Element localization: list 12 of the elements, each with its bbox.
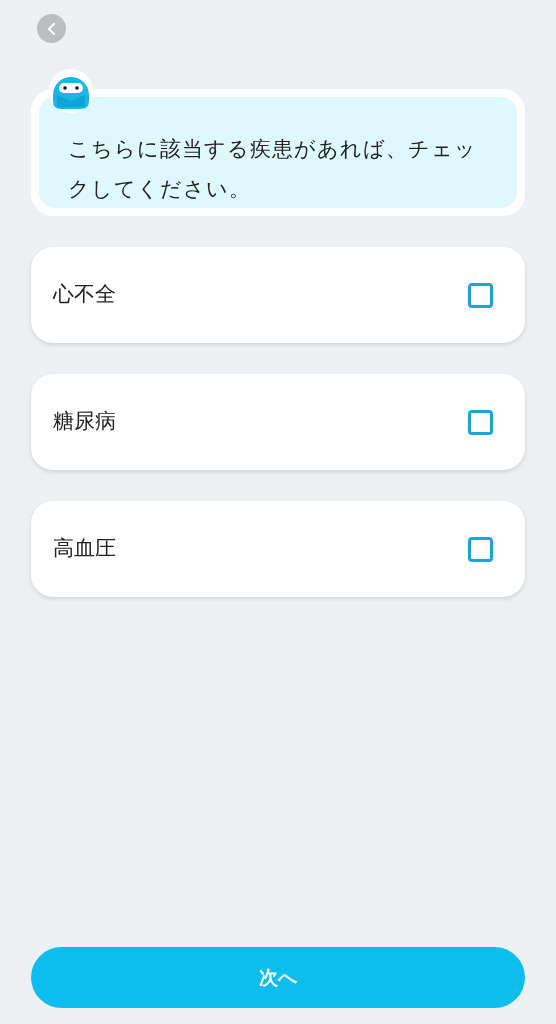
condition-label: 高血圧 xyxy=(53,535,116,563)
checkbox[interactable] xyxy=(468,536,493,562)
message-text: こちらに該当する疾患があれば、チェックしてください。 xyxy=(68,136,478,203)
condition-label: 糖尿病 xyxy=(53,408,116,436)
condition-row[interactable]: 心不全 xyxy=(31,247,525,343)
back-icon xyxy=(46,22,57,35)
condition-row[interactable]: 高血圧 xyxy=(31,501,525,597)
condition-label: 心不全 xyxy=(53,281,116,309)
checkbox[interactable] xyxy=(468,282,493,308)
checkbox[interactable] xyxy=(468,409,493,435)
condition-row[interactable]: 糖尿病 xyxy=(31,374,525,470)
back-button[interactable] xyxy=(37,14,66,43)
